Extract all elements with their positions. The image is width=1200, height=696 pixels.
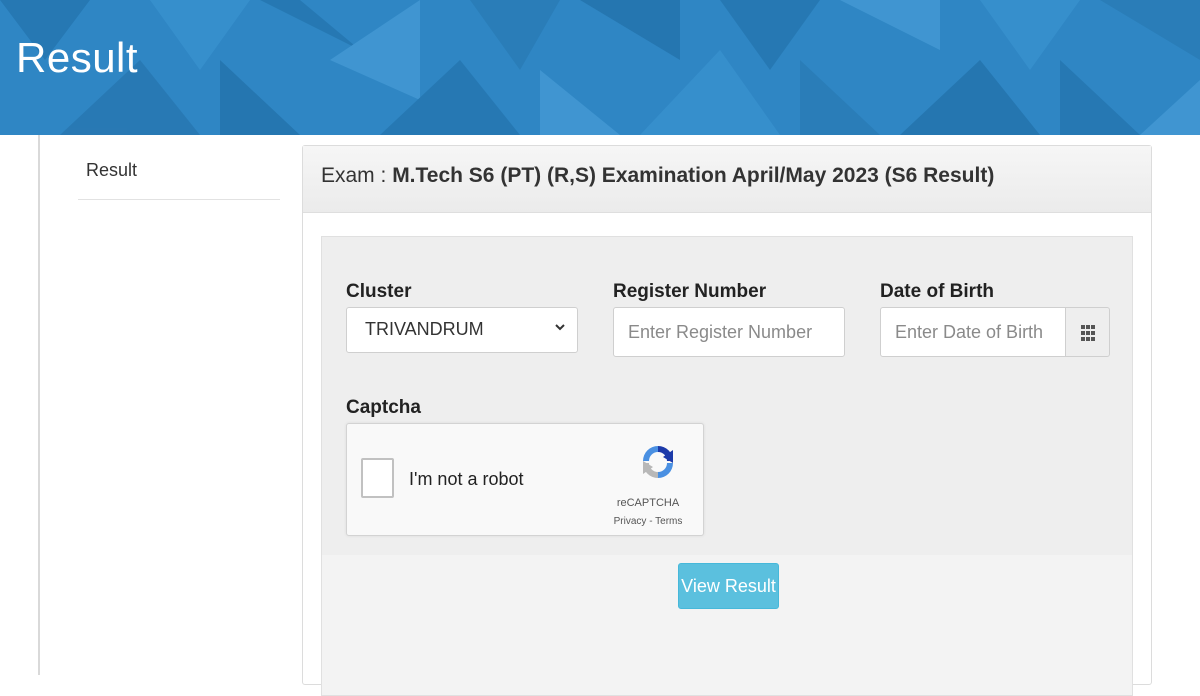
recaptcha-widget: I'm not a robot reCAPTCHA Privacy - Term… xyxy=(346,423,704,536)
calendar-grid-icon xyxy=(1081,325,1095,341)
chevron-down-icon xyxy=(555,324,565,331)
recaptcha-privacy-terms-links[interactable]: Privacy - Terms xyxy=(603,516,693,527)
date-of-birth-label: Date of Birth xyxy=(880,281,994,302)
header-banner: Result xyxy=(0,0,1200,135)
exam-label: Exam : xyxy=(321,164,393,187)
recaptcha-icon xyxy=(643,446,673,478)
sidebar-item-result[interactable]: Result xyxy=(78,150,280,200)
cluster-label: Cluster xyxy=(346,281,412,302)
view-result-button[interactable]: View Result xyxy=(678,563,779,609)
page-title: Result xyxy=(16,34,139,81)
calendar-button[interactable] xyxy=(1066,307,1110,357)
panel-header: Exam : M.Tech S6 (PT) (R,S) Examination … xyxy=(303,146,1151,213)
register-number-input[interactable] xyxy=(613,307,845,357)
register-number-label: Register Number xyxy=(613,281,767,302)
captcha-checkbox-text: I'm not a robot xyxy=(409,469,524,489)
left-divider xyxy=(38,135,40,675)
captcha-label: Captcha xyxy=(346,397,421,418)
date-of-birth-input[interactable] xyxy=(880,307,1066,357)
recaptcha-brand: reCAPTCHA xyxy=(616,497,680,509)
cluster-selected-value: TRIVANDRUM xyxy=(365,319,484,339)
banner-pattern xyxy=(0,0,1200,135)
result-form: Cluster TRIVANDRUM Register Number Date … xyxy=(321,236,1133,696)
sidebar: Result xyxy=(78,150,280,200)
exam-name: M.Tech S6 (PT) (R,S) Examination April/M… xyxy=(392,164,995,187)
not-robot-checkbox[interactable] xyxy=(361,458,394,498)
result-panel: Exam : M.Tech S6 (PT) (R,S) Examination … xyxy=(302,145,1152,696)
cluster-select[interactable]: TRIVANDRUM xyxy=(346,307,578,353)
